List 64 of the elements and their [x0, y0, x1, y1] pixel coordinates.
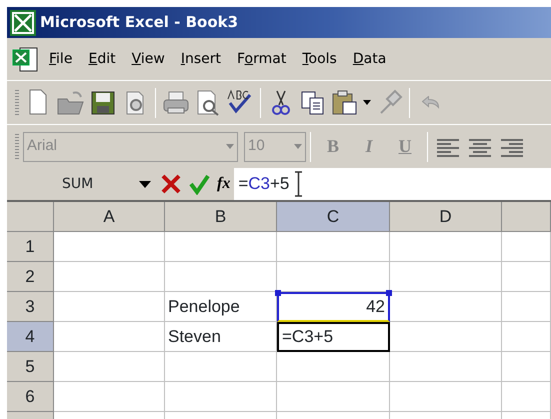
table-cell[interactable] [54, 322, 165, 352]
table-cell[interactable] [502, 262, 551, 292]
table-cell[interactable] [502, 232, 551, 262]
text-cursor-icon [294, 171, 304, 197]
formula-field[interactable]: =C3+5 [234, 168, 551, 200]
table-cell[interactable] [502, 292, 551, 322]
table-cell[interactable] [390, 352, 502, 382]
caret-icon [294, 144, 302, 149]
selection-handle[interactable] [386, 290, 392, 296]
menu-item[interactable]: View [124, 46, 173, 72]
menu-item[interactable]: Edit [80, 46, 124, 72]
row-header[interactable]: 6 [7, 382, 54, 412]
table-cell[interactable] [54, 382, 165, 412]
row-header[interactable]: 2 [7, 262, 54, 292]
column-header[interactable]: B [165, 202, 277, 232]
row-header[interactable]: 1 [7, 232, 54, 262]
table-cell[interactable] [165, 352, 277, 382]
table-cell[interactable] [390, 232, 502, 262]
table-cell[interactable] [165, 262, 277, 292]
table-cell[interactable] [390, 262, 502, 292]
menu-item[interactable]: Insert [172, 46, 229, 72]
table-cell[interactable] [165, 382, 277, 412]
table-cell[interactable] [390, 322, 502, 352]
table-cell[interactable] [502, 352, 551, 382]
table-cell[interactable] [54, 352, 165, 382]
column-header[interactable]: C [277, 202, 390, 232]
name-box[interactable]: SUM [7, 174, 157, 194]
undo-arrow-icon [422, 96, 438, 109]
insert-function-button[interactable]: fx [213, 172, 234, 196]
table-cell[interactable] [277, 382, 390, 412]
row-header[interactable]: 4 [7, 322, 54, 352]
spreadsheet-logo-icon [10, 10, 36, 36]
table-cell[interactable] [390, 382, 502, 412]
caret-icon [226, 144, 234, 149]
menu-item[interactable]: Tools [294, 46, 345, 72]
table-cell[interactable] [54, 262, 165, 292]
table-cell[interactable] [165, 232, 277, 262]
checkmark-icon [188, 173, 210, 195]
select-all-corner[interactable] [7, 202, 54, 232]
row-header[interactable]: 5 [7, 352, 54, 382]
table-cell[interactable] [502, 382, 551, 412]
table-cell[interactable] [277, 352, 390, 382]
row-header[interactable]: 3 [7, 292, 54, 322]
table-cell[interactable] [502, 322, 551, 352]
menu-item[interactable]: File [41, 46, 80, 72]
menu-item[interactable]: Format [228, 46, 294, 72]
window-title: Microsoft Excel - Book3 [40, 12, 238, 34]
table-cell[interactable] [54, 292, 165, 322]
close-icon [160, 173, 182, 195]
column-header[interactable]: D [390, 202, 502, 232]
selection-handle[interactable] [275, 290, 281, 296]
table-cell[interactable] [277, 232, 390, 262]
formula-text: =C3+5 [238, 173, 290, 196]
table-cell[interactable] [54, 232, 165, 262]
menu-item[interactable]: Data [344, 46, 394, 72]
caret-icon [139, 180, 151, 188]
column-header[interactable]: A [54, 202, 165, 232]
table-cell[interactable]: =C3+5 [277, 322, 390, 352]
column-header[interactable] [502, 202, 551, 232]
caret-icon [363, 100, 371, 105]
table-cell[interactable]: 42 [277, 292, 390, 322]
table-cell[interactable] [390, 292, 502, 322]
table-cell[interactable]: Steven [165, 322, 277, 352]
table-cell[interactable]: Penelope [165, 292, 277, 322]
